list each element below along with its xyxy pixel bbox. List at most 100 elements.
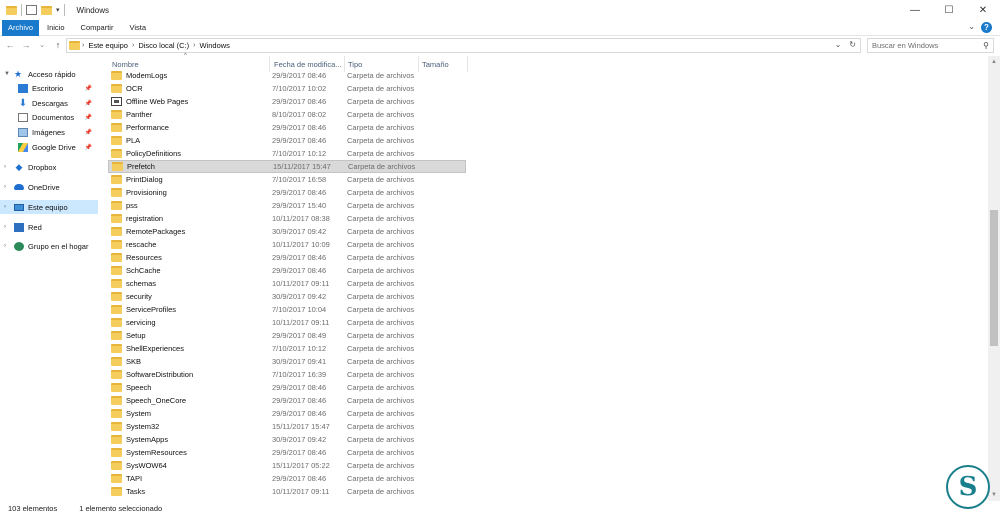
vertical-scrollbar[interactable]: ▲ ▼ — [988, 56, 1000, 501]
nav-item-pictures[interactable]: Imágenes 📌 — [0, 125, 98, 139]
forward-button[interactable]: → — [20, 38, 32, 52]
close-button[interactable]: ✕ — [966, 0, 1000, 20]
table-row[interactable]: SystemApps 30/9/2017 09:42 Carpeta de arch… — [108, 433, 466, 446]
table-row[interactable]: SystemResources 29/9/2017 08:46 Carpeta de… — [108, 446, 466, 459]
pin-icon[interactable]: 📌 — [85, 100, 92, 107]
table-row[interactable]: Prefetch 15/11/2017 15:47 Carpeta de archi… — [108, 160, 466, 173]
refresh-icon[interactable]: ↻ — [849, 40, 856, 49]
minimize-button[interactable]: — — [898, 0, 932, 20]
file-name-cell: Offline Web Pages — [111, 97, 188, 106]
table-row[interactable]: Resources 29/9/2017 08:46 Carpeta de archi… — [108, 251, 466, 264]
folder-icon — [111, 383, 122, 392]
table-row[interactable]: TAPI 29/9/2017 08:46 Carpeta de archivos — [108, 472, 466, 485]
table-row[interactable]: Tasks 10/11/2017 09:11 Carpeta de archivos — [108, 485, 466, 498]
back-button[interactable]: ← — [4, 38, 16, 52]
collapsed-arrow-icon[interactable]: › — [4, 204, 12, 210]
nav-item-desktop[interactable]: Escritorio 📌 — [0, 81, 98, 95]
table-row[interactable]: rescache 10/11/2017 10:09 Carpeta de archi… — [108, 238, 466, 251]
nav-item-downloads[interactable]: ⬇ Descargas 📌 — [0, 96, 98, 110]
breadcrumb-windows[interactable]: Windows — [200, 41, 230, 50]
tab-inicio[interactable]: Inicio — [39, 20, 73, 36]
search-input[interactable]: Buscar en Windows ⚲ — [867, 38, 994, 53]
collapsed-arrow-icon[interactable]: › — [4, 224, 12, 230]
table-row[interactable]: System32 15/11/2017 15:47 Carpeta de archi… — [108, 420, 466, 433]
scroll-up-icon[interactable]: ▲ — [988, 56, 1000, 68]
table-row[interactable]: Setup 29/9/2017 08:49 Carpeta de archivos — [108, 329, 466, 342]
table-row[interactable]: SchCache 29/9/2017 08:46 Carpeta de archiv… — [108, 264, 466, 277]
table-row[interactable]: System 29/9/2017 08:46 Carpeta de archivos — [108, 407, 466, 420]
nav-item-dropbox[interactable]: › ◆ Dropbox — [0, 160, 98, 174]
properties-icon[interactable] — [26, 5, 37, 15]
table-row[interactable]: PolicyDefinitions 7/10/2017 10:12 Carpeta … — [108, 147, 466, 160]
table-row[interactable]: pss 29/9/2017 15:40 Carpeta de archivos — [108, 199, 466, 212]
nav-item-this-pc[interactable]: › Este equipo — [0, 200, 98, 214]
table-row[interactable]: Speech_OneCore 29/9/2017 08:46 Carpeta de … — [108, 394, 466, 407]
table-row[interactable]: Speech 29/9/2017 08:46 Carpeta de archivos — [108, 381, 466, 394]
nav-item-google-drive[interactable]: Google Drive 📌 — [0, 140, 98, 154]
table-row[interactable]: servicing 10/11/2017 09:11 Carpeta de arch… — [108, 316, 466, 329]
table-row[interactable]: ServiceProfiles 7/10/2017 10:04 Carpeta de… — [108, 303, 466, 316]
chevron-right-icon[interactable]: › — [132, 42, 134, 49]
file-name-cell: TAPI — [111, 474, 142, 483]
address-bar[interactable]: › Este equipo › Disco local (C:) › Windo… — [66, 38, 861, 53]
nav-item-onedrive[interactable]: › OneDrive — [0, 180, 98, 194]
table-row[interactable]: schemas 10/11/2017 09:11 Carpeta de archiv… — [108, 277, 466, 290]
chevron-right-icon[interactable]: › — [193, 42, 195, 49]
nav-item-quick-access[interactable]: ▼ ★ Acceso rápido — [0, 67, 98, 81]
table-row[interactable]: PrintDialog 7/10/2017 16:58 Carpeta de arc… — [108, 173, 466, 186]
file-name: Performance — [126, 123, 169, 132]
folder-icon — [111, 487, 122, 496]
file-name: PolicyDefinitions — [126, 149, 182, 158]
nav-item-documents[interactable]: Documentos 📌 — [0, 110, 98, 124]
table-row[interactable]: Panther 8/10/2017 08:02 Carpeta de archivo… — [108, 108, 466, 121]
table-row[interactable]: ModemLogs 29/9/2017 08:46 Carpeta de archi… — [108, 69, 466, 82]
new-folder-icon[interactable] — [41, 5, 52, 15]
collapsed-arrow-icon[interactable]: › — [4, 164, 12, 170]
help-icon[interactable]: ? — [981, 22, 992, 33]
breadcrumb-this-pc[interactable]: Este equipo — [88, 41, 128, 50]
file-name: SystemApps — [126, 435, 169, 444]
scroll-down-icon[interactable]: ▼ — [988, 489, 1000, 501]
collapsed-arrow-icon[interactable]: › — [4, 184, 12, 190]
expanded-arrow-icon[interactable]: ▼ — [4, 71, 12, 77]
scrollbar-thumb[interactable] — [990, 210, 998, 346]
file-type: Carpeta de archivos — [347, 474, 415, 483]
table-row[interactable]: registration 10/11/2017 08:38 Carpeta de a… — [108, 212, 466, 225]
nav-item-homegroup[interactable]: › Grupo en el hogar — [0, 239, 98, 253]
folder-icon — [111, 227, 122, 236]
maximize-button[interactable]: ☐ — [932, 0, 966, 20]
search-icon[interactable]: ⚲ — [983, 41, 989, 50]
table-row[interactable]: Provisioning 29/9/2017 08:46 Carpeta de ar… — [108, 186, 466, 199]
nav-item-network[interactable]: › Red — [0, 220, 98, 234]
collapsed-arrow-icon[interactable]: › — [4, 243, 12, 249]
recent-locations-button[interactable]: ⌄ — [36, 38, 48, 52]
table-row[interactable]: SysWOW64 15/11/2017 05:22 Carpeta de archi… — [108, 459, 466, 472]
table-row[interactable]: security 30/9/2017 09:42 Carpeta de archiv… — [108, 290, 466, 303]
address-dropdown-icon[interactable]: ⌄ — [835, 40, 842, 49]
table-row[interactable]: RemotePackages 30/9/2017 09:42 Carpeta de … — [108, 225, 466, 238]
expand-ribbon-icon[interactable]: ⌄ — [968, 22, 975, 33]
file-type: Carpeta de archivos — [347, 292, 415, 301]
tab-vista[interactable]: Vista — [121, 20, 154, 36]
table-row[interactable]: SoftwareDistribution 7/10/2017 16:39 Carpe… — [108, 368, 466, 381]
folder-icon — [112, 162, 123, 171]
table-row[interactable]: Performance 29/9/2017 08:46 Carpeta de arc… — [108, 121, 466, 134]
table-row[interactable]: ShellExperiences 7/10/2017 10:12 Carpeta d… — [108, 342, 466, 355]
table-row[interactable]: Offline Web Pages 29/9/2017 08:46 Carpeta … — [108, 95, 466, 108]
nav-item-label: Google Drive — [32, 142, 76, 152]
table-row[interactable]: PLA 29/9/2017 08:46 Carpeta de archivos — [108, 134, 466, 147]
pin-icon[interactable]: 📌 — [85, 85, 92, 92]
table-row[interactable]: OCR 7/10/2017 10:02 Carpeta de archivos — [108, 82, 466, 95]
file-type: Carpeta de archivos — [347, 318, 415, 327]
up-button[interactable]: ↑ — [52, 38, 64, 52]
pin-icon[interactable]: 📌 — [85, 144, 92, 151]
breadcrumb-local-disk[interactable]: Disco local (C:) — [138, 41, 189, 50]
column-header-label: Nombre — [112, 59, 139, 69]
pin-icon[interactable]: 📌 — [85, 114, 92, 121]
table-row[interactable]: SKB 30/9/2017 09:41 Carpeta de archivos — [108, 355, 466, 368]
tab-compartir[interactable]: Compartir — [73, 20, 122, 36]
pin-icon[interactable]: 📌 — [85, 129, 92, 136]
chevron-right-icon[interactable]: › — [82, 42, 84, 49]
tab-archivo[interactable]: Archivo — [2, 19, 40, 36]
customize-toolbar-icon[interactable]: ▾ — [56, 6, 60, 14]
